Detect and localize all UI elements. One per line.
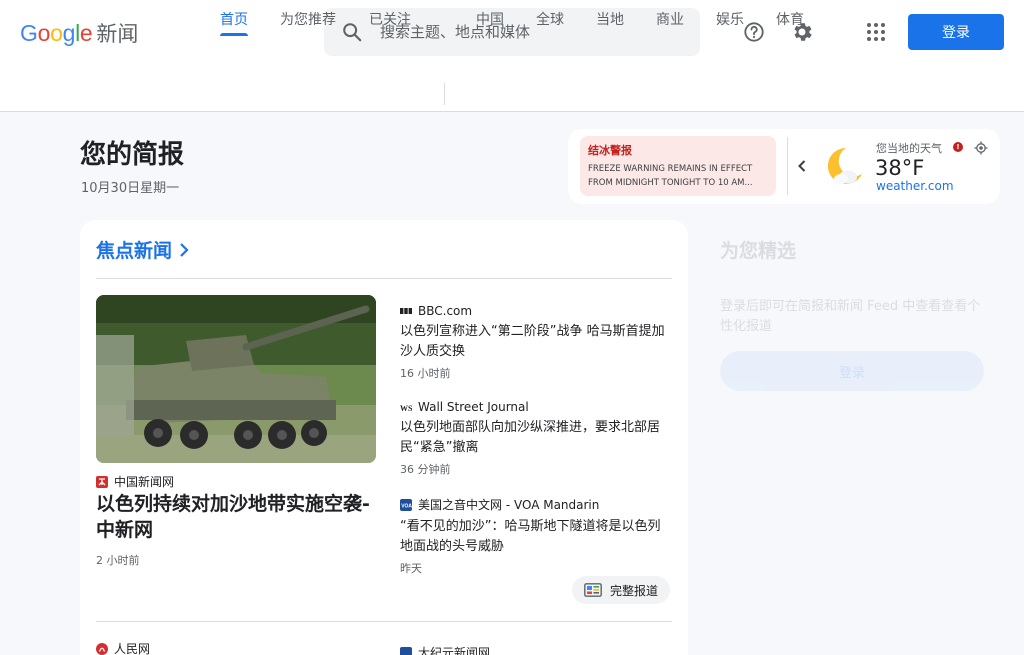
- top-stories-heading-link[interactable]: 焦点新闻: [96, 236, 190, 263]
- tab-sports[interactable]: 体育: [776, 0, 804, 36]
- weather-temperature: 38°F: [875, 156, 925, 180]
- story-title[interactable]: 以色列地面部队向加沙纵深推进，要求北部居民“紧急”撤离: [400, 418, 672, 458]
- logo-letter: g: [62, 19, 76, 46]
- login-button[interactable]: 登录: [908, 14, 1004, 50]
- picks-description: 登录后即可在简报和新闻 Feed 中查看查看个性化报道: [720, 299, 981, 334]
- divider: [96, 278, 672, 279]
- briefing-title: 您的简报: [80, 140, 185, 170]
- hero-story-title[interactable]: 以色列持续对加沙地带实施空袭-中新网: [96, 491, 376, 543]
- source-name: 大纪元新闻网: [418, 646, 491, 655]
- search-input[interactable]: [380, 23, 680, 41]
- story-title[interactable]: 以色列宣称进入“第二阶段”战争 哈马斯首提加沙人质交换: [400, 322, 672, 362]
- tab-for-you[interactable]: 为您推荐: [280, 0, 336, 36]
- freeze-alert[interactable]: 结冰警报 FREEZE WARNING REMAINS IN EFFECT FR…: [580, 136, 776, 196]
- hero-story-time: 2 小时前: [96, 554, 140, 567]
- briefing-date: 10月30日星期一: [81, 181, 180, 196]
- story-time: 36 分钟前: [400, 463, 451, 476]
- story-source[interactable]: 人民网: [96, 640, 150, 655]
- svg-text:VOA: VOA: [401, 503, 412, 509]
- picks-for-you-section: 为您精选 登录后即可在简报和新闻 Feed 中查看查看个性化报道 登录: [720, 236, 984, 391]
- top-header: Google 新闻 登录 首页 为您推荐 已关注 中国 全球 当地 商业 娱乐 …: [0, 0, 1024, 112]
- story-source[interactable]: BBC.com: [400, 304, 672, 318]
- source-name: 美国之音中文网 - VOA Mandarin: [418, 498, 600, 512]
- logo-letter: G: [20, 19, 38, 46]
- voa-logo-icon: VOA: [400, 498, 412, 511]
- google-wordmark: Google: [20, 19, 93, 47]
- source-name: BBC.com: [418, 304, 473, 318]
- tab-entertainment[interactable]: 娱乐: [716, 0, 744, 36]
- tab-business[interactable]: 商业: [656, 0, 684, 36]
- wsj-logo-icon: WSJ: [400, 404, 412, 413]
- top-stories-card: 焦点新闻 中国新闻网 以色列持续对加沙地带实施空袭-中新网 2 小时前 BBC.…: [80, 220, 688, 655]
- svg-text:WSJ: WSJ: [400, 404, 412, 413]
- hero-source[interactable]: 中国新闻网: [96, 473, 174, 490]
- weather-card: 结冰警报 FREEZE WARNING REMAINS IN EFFECT FR…: [568, 129, 1000, 204]
- story-source[interactable]: WSJ Wall Street Journal: [400, 400, 672, 414]
- chevron-right-icon: [180, 242, 189, 257]
- logo-letter: o: [37, 19, 51, 46]
- tab-divider: [444, 83, 445, 105]
- tab-china[interactable]: 中国: [476, 0, 504, 36]
- weather-source-link[interactable]: weather.com: [876, 179, 954, 193]
- divider: [96, 621, 672, 622]
- picks-login-button[interactable]: 登录: [720, 351, 984, 391]
- story-time: 昨天: [400, 562, 422, 575]
- epoch-times-logo-icon: [400, 646, 412, 655]
- moon-cloud-weather-icon: [820, 144, 866, 190]
- source-name: 人民网: [114, 642, 151, 655]
- peoples-daily-logo-icon: [96, 642, 108, 655]
- news-wordmark: 新闻: [96, 22, 139, 46]
- full-coverage-label: 完整报道: [610, 583, 659, 598]
- source-name: 中国新闻网: [114, 475, 175, 489]
- location-target-icon[interactable]: [974, 140, 988, 155]
- tab-following[interactable]: 已关注: [369, 0, 411, 36]
- top-stories-title: 焦点新闻: [96, 240, 173, 262]
- alert-title: 结冰警报: [588, 144, 632, 157]
- picks-title: 为您精选: [720, 240, 797, 262]
- story-item: VOA 美国之音中文网 - VOA Mandarin “看不见的加沙”：哈马斯地…: [400, 496, 672, 576]
- full-coverage-button[interactable]: 完整报道: [572, 576, 671, 604]
- chinanews-logo-icon: [96, 475, 108, 488]
- google-news-logo[interactable]: Google 新闻: [20, 18, 138, 48]
- source-name: Wall Street Journal: [418, 400, 529, 414]
- tab-local[interactable]: 当地: [596, 0, 624, 36]
- hero-story-image[interactable]: [96, 295, 376, 463]
- story-source[interactable]: VOA 美国之音中文网 - VOA Mandarin: [400, 496, 672, 513]
- tab-world[interactable]: 全球: [536, 0, 564, 36]
- bbc-logo-icon: [400, 308, 412, 314]
- story-item: BBC.com 以色列宣称进入“第二阶段”战争 哈马斯首提加沙人质交换 16 小…: [400, 304, 672, 381]
- logo-letter: e: [79, 19, 93, 46]
- weather-alert-badge: !: [953, 142, 963, 152]
- story-time: 16 小时前: [400, 367, 451, 380]
- full-coverage-icon: [584, 583, 602, 597]
- chevron-left-icon[interactable]: [794, 155, 810, 177]
- alert-text: FREEZE WARNING REMAINS IN EFFECT FROM MI…: [588, 164, 753, 188]
- tab-home[interactable]: 首页: [220, 0, 248, 36]
- story-source[interactable]: 大纪元新闻网: [400, 644, 490, 655]
- story-item: WSJ Wall Street Journal 以色列地面部队向加沙纵深推进，要…: [400, 400, 672, 477]
- weather-label: 您当地的天气: [876, 142, 942, 155]
- story-title[interactable]: “看不见的加沙”：哈马斯地下隧道将是以色列地面战的头号威胁: [400, 517, 672, 557]
- weather-divider: [787, 137, 788, 195]
- logo-letter: o: [50, 19, 63, 46]
- apps-grid-icon[interactable]: [860, 16, 892, 48]
